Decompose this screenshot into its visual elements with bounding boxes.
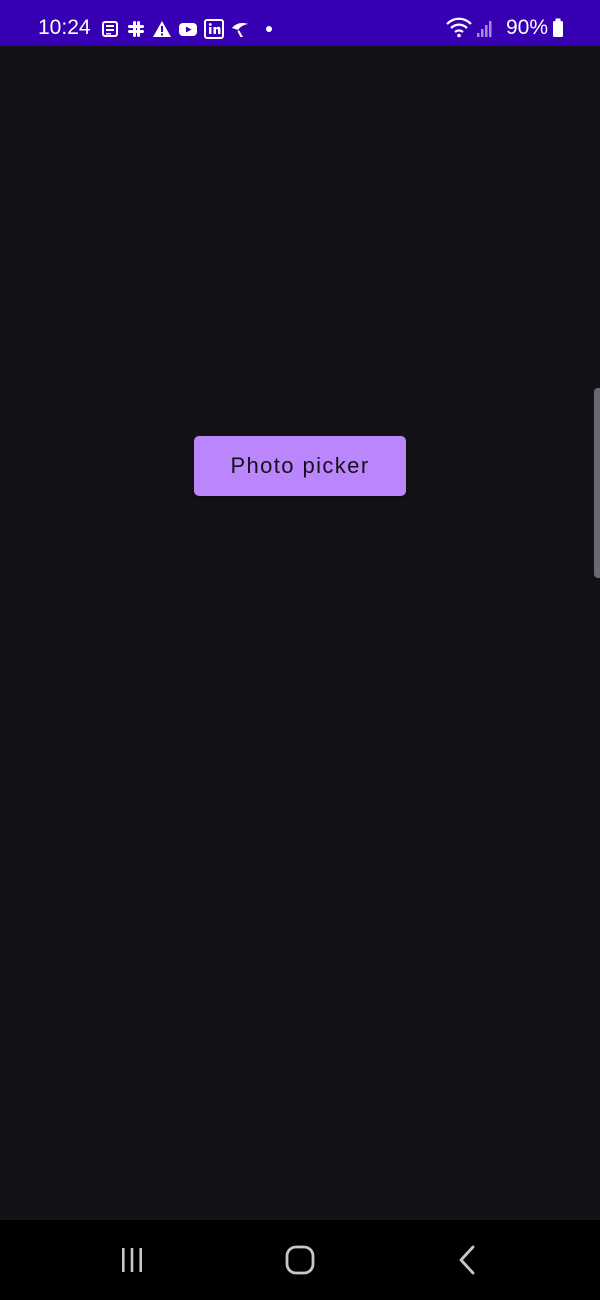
status-bar: 10:24 90% bbox=[0, 0, 600, 46]
wifi-icon bbox=[446, 17, 472, 38]
battery-icon bbox=[553, 18, 563, 37]
app-screen: 10:24 90% Photo picker bbox=[0, 0, 600, 1300]
news-icon bbox=[102, 21, 118, 37]
notification-icons bbox=[100, 18, 272, 40]
back-button[interactable] bbox=[448, 1240, 488, 1280]
photo-picker-button[interactable]: Photo picker bbox=[194, 436, 406, 496]
more-notifications-dot bbox=[266, 26, 272, 32]
status-time: 10:24 bbox=[38, 16, 91, 39]
telenor-icon bbox=[232, 23, 248, 37]
edge-panel-handle[interactable] bbox=[594, 388, 600, 578]
system-icons: 90% bbox=[446, 16, 564, 40]
recent-apps-icon bbox=[122, 1248, 142, 1272]
warning-icon bbox=[153, 21, 171, 37]
recent-apps-button[interactable] bbox=[112, 1240, 152, 1280]
slack-icon bbox=[128, 21, 144, 37]
signal-icon bbox=[476, 21, 492, 37]
youtube-icon bbox=[179, 23, 197, 36]
navigation-bar bbox=[0, 1220, 600, 1300]
linkedin-icon bbox=[204, 19, 224, 39]
home-icon bbox=[285, 1245, 315, 1275]
battery-percent: 90% bbox=[505, 16, 548, 39]
back-icon bbox=[459, 1245, 475, 1275]
home-button[interactable] bbox=[280, 1240, 320, 1280]
